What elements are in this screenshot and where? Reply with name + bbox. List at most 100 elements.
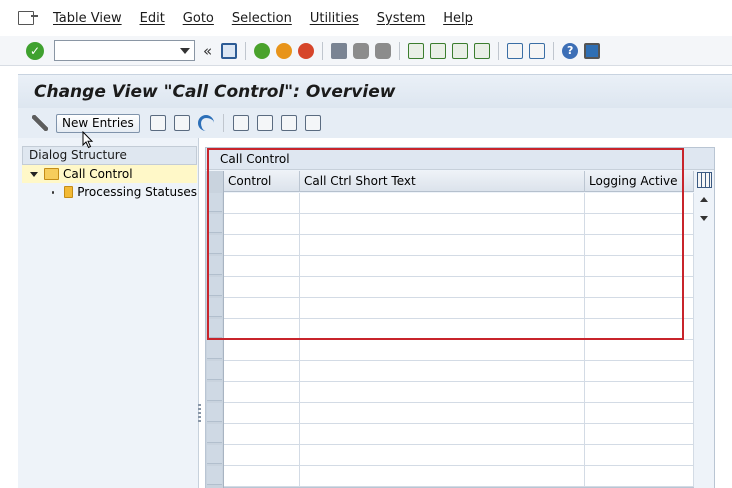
table-cell[interactable]: [585, 298, 694, 319]
table-row[interactable]: [224, 466, 694, 487]
table-cell[interactable]: [585, 466, 694, 487]
table-row[interactable]: [224, 340, 694, 361]
table-cell[interactable]: [585, 214, 694, 235]
table-cell[interactable]: [224, 298, 300, 319]
table-cell[interactable]: [224, 277, 300, 298]
table-row[interactable]: [224, 424, 694, 445]
table-cell[interactable]: [585, 256, 694, 277]
menu-utilities[interactable]: Utilities: [301, 11, 368, 26]
menu-goto[interactable]: Goto: [174, 11, 223, 26]
row-selector[interactable]: [207, 424, 222, 443]
create-session-icon[interactable]: [507, 42, 524, 59]
table-row[interactable]: [224, 403, 694, 424]
column-header-short-text[interactable]: Call Ctrl Short Text: [300, 171, 585, 192]
table-cell[interactable]: [300, 466, 585, 487]
panel-splitter[interactable]: [198, 404, 201, 424]
table-cell[interactable]: [585, 403, 694, 424]
table-cell[interactable]: [300, 319, 585, 340]
table-cell[interactable]: [300, 361, 585, 382]
column-header-logging-active[interactable]: Logging Active: [585, 171, 694, 192]
row-selector[interactable]: [207, 214, 222, 233]
display-change-icon[interactable]: [32, 115, 48, 131]
menu-table-view[interactable]: Table View: [44, 11, 131, 26]
table-row[interactable]: [224, 193, 694, 214]
save-icon[interactable]: [221, 42, 238, 59]
row-selector[interactable]: [207, 319, 222, 338]
table-cell[interactable]: [300, 403, 585, 424]
chevron-down-icon[interactable]: [180, 48, 190, 54]
table-cell[interactable]: [224, 445, 300, 466]
row-selector[interactable]: [207, 382, 222, 401]
row-selector[interactable]: [207, 445, 222, 464]
column-config-icon[interactable]: [697, 172, 712, 188]
table-row[interactable]: [224, 319, 694, 340]
menu-selection[interactable]: Selection: [223, 11, 301, 26]
expand-triangle-icon[interactable]: [30, 171, 38, 177]
row-selector[interactable]: [207, 466, 222, 485]
table-cell[interactable]: [300, 382, 585, 403]
table-cell[interactable]: [224, 403, 300, 424]
new-entries-button[interactable]: New Entries: [56, 113, 140, 133]
table-cell[interactable]: [585, 235, 694, 256]
table-cell[interactable]: [300, 256, 585, 277]
select-all-icon[interactable]: [232, 115, 249, 131]
vertical-scrollbar[interactable]: [694, 171, 714, 488]
table-cell[interactable]: [300, 214, 585, 235]
table-cell[interactable]: [224, 466, 300, 487]
table-row[interactable]: [224, 214, 694, 235]
table-cell[interactable]: [300, 424, 585, 445]
find-icon[interactable]: [353, 42, 370, 59]
table-cell[interactable]: [585, 424, 694, 445]
enter-check-icon[interactable]: ✓: [26, 41, 44, 60]
table-cell[interactable]: [300, 340, 585, 361]
help-icon[interactable]: ?: [562, 42, 579, 59]
table-cell[interactable]: [224, 424, 300, 445]
delete-icon[interactable]: [173, 115, 190, 131]
table-cell[interactable]: [224, 193, 300, 214]
table-row[interactable]: [224, 256, 694, 277]
menu-edit[interactable]: Edit: [131, 11, 174, 26]
table-cell[interactable]: [224, 214, 300, 235]
print-view-icon[interactable]: [304, 115, 321, 131]
layout-icon[interactable]: [584, 42, 601, 59]
row-selector[interactable]: [207, 298, 222, 317]
table-cell[interactable]: [224, 340, 300, 361]
table-cell[interactable]: [585, 445, 694, 466]
table-cell[interactable]: [224, 256, 300, 277]
first-page-icon[interactable]: [408, 42, 425, 59]
table-cell[interactable]: [300, 277, 585, 298]
row-selector[interactable]: [207, 403, 222, 422]
table-cell[interactable]: [224, 361, 300, 382]
undo-icon[interactable]: [197, 115, 214, 131]
next-page-icon[interactable]: [452, 42, 469, 59]
table-row[interactable]: [224, 277, 694, 298]
collapse-icon[interactable]: «: [203, 42, 212, 60]
shortcut-icon[interactable]: [529, 42, 546, 59]
copy-icon[interactable]: [149, 115, 166, 131]
scroll-up-icon[interactable]: [700, 197, 708, 202]
table-cell[interactable]: [300, 445, 585, 466]
menu-icon[interactable]: [18, 11, 38, 25]
table-cell[interactable]: [300, 298, 585, 319]
deselect-all-icon[interactable]: [280, 115, 297, 131]
command-field[interactable]: [54, 40, 195, 61]
exit-icon[interactable]: [276, 42, 293, 59]
table-cell[interactable]: [585, 319, 694, 340]
last-page-icon[interactable]: [474, 42, 491, 59]
table-row[interactable]: [224, 382, 694, 403]
tree-node-processing-statuses[interactable]: Processing Statuses: [22, 183, 197, 201]
table-cell[interactable]: [224, 382, 300, 403]
print-icon[interactable]: [331, 42, 348, 59]
select-block-icon[interactable]: [256, 115, 273, 131]
table-cell[interactable]: [224, 319, 300, 340]
table-row[interactable]: [224, 298, 694, 319]
table-cell[interactable]: [300, 193, 585, 214]
table-cell[interactable]: [585, 277, 694, 298]
table-cell[interactable]: [585, 340, 694, 361]
scroll-down-icon[interactable]: [700, 216, 708, 221]
back-icon[interactable]: [254, 42, 271, 59]
menu-system[interactable]: System: [368, 11, 435, 26]
row-selector[interactable]: [207, 361, 222, 380]
table-cell[interactable]: [585, 193, 694, 214]
row-selector[interactable]: [207, 277, 222, 296]
